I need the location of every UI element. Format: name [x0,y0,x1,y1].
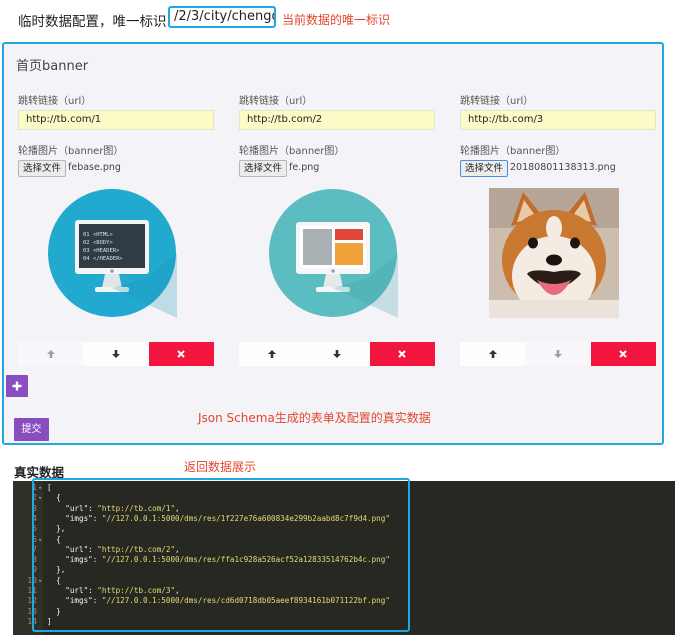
move-up-button-1[interactable] [18,342,84,366]
unique-key-input[interactable]: /2/3/city/chengdu [168,6,276,28]
arrow-up-icon [46,350,55,358]
url-input-1[interactable]: http://tb.com/1 [18,110,214,130]
delete-button-2[interactable] [369,342,435,366]
file-name-2: fe.png [289,162,320,173]
delete-button-1[interactable] [148,342,214,366]
svg-text:02 <BODY>: 02 <BODY> [83,240,113,246]
arrow-up-icon [267,350,276,358]
html-monitor-icon: 01 <HTML> 02 <BODY> 03 <HEADER> 04 </HEA… [47,188,177,318]
schema-annotation: Json Schema生成的表单及配置的真实数据 [198,411,431,425]
item-actions-2 [239,342,435,366]
svg-text:04 </HEADER>: 04 </HEADER> [83,256,123,262]
move-down-button-2[interactable] [304,342,370,366]
result-annotation: 返回数据展示 [184,460,257,474]
link-label: 跳转链接（url） [18,96,92,107]
unique-key-annotation: 当前数据的唯一标识 [282,13,391,27]
config-label: 临时数据配置，唯一标识: [18,14,172,30]
file-name-3: 20180801138313.png [510,162,616,173]
svg-text:03 <HEADER>: 03 <HEADER> [83,248,120,254]
item-actions-3 [460,342,656,366]
arrow-down-icon [332,350,341,358]
file-name-1: febase.png [68,162,121,173]
image-label: 轮播图片（banner图） [18,146,124,157]
choose-file-button-1[interactable]: 选择文件 [18,160,67,177]
image-label: 轮播图片（banner图） [460,146,566,157]
shiba-dog-photo [489,188,619,318]
arrow-up-icon [488,350,497,358]
plus-icon [12,381,22,391]
add-item-button[interactable] [6,375,28,397]
move-up-button-3[interactable] [460,342,526,366]
choose-file-button-3[interactable]: 选择文件 [460,160,509,177]
move-down-button-1[interactable] [83,342,149,366]
close-icon [619,350,628,358]
submit-button[interactable]: 提交 [14,418,49,441]
link-label: 跳转链接（url） [239,96,313,107]
json-highlight-box [32,478,410,632]
arrow-down-icon [553,350,562,358]
delete-button-3[interactable] [590,342,656,366]
arrow-down-icon [111,350,120,358]
link-label: 跳转链接（url） [460,96,534,107]
layout-monitor-icon [268,188,398,318]
item-actions-1 [18,342,214,366]
close-icon [177,350,186,358]
form-title: 首页banner [16,59,89,74]
choose-file-button-2[interactable]: 选择文件 [239,160,288,177]
move-up-button-2[interactable] [239,342,305,366]
url-input-3[interactable]: http://tb.com/3 [460,110,656,130]
image-label: 轮播图片（banner图） [239,146,345,157]
banner-form-panel: 首页banner 跳转链接（url） http://tb.com/1 轮播图片（… [2,42,664,445]
url-input-2[interactable]: http://tb.com/2 [239,110,435,130]
svg-text:01 <HTML>: 01 <HTML> [83,232,113,238]
move-down-button-3[interactable] [525,342,591,366]
close-icon [398,350,407,358]
